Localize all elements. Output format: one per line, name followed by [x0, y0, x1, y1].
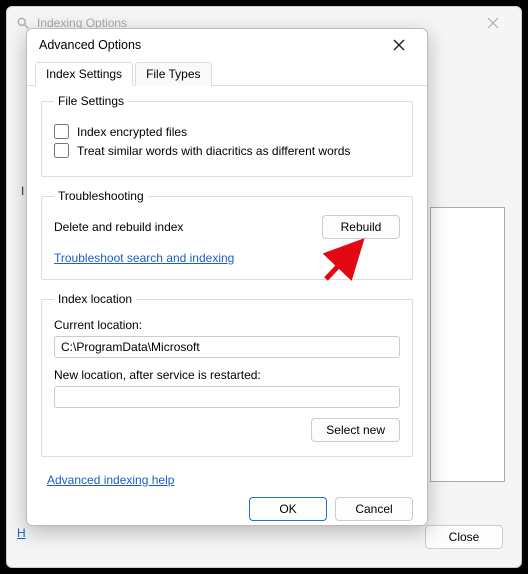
ok-button[interactable]: OK	[249, 497, 327, 521]
tab-file-types[interactable]: File Types	[135, 62, 211, 86]
inner-window-title: Advanced Options	[39, 38, 383, 52]
diacritics-row[interactable]: Treat similar words with diacritics as d…	[54, 143, 400, 158]
diacritics-checkbox[interactable]	[54, 143, 69, 158]
outer-close-button[interactable]	[473, 9, 513, 37]
cancel-button[interactable]: Cancel	[335, 497, 413, 521]
rebuild-label: Delete and rebuild index	[54, 220, 183, 234]
index-encrypted-row[interactable]: Index encrypted files	[54, 124, 400, 139]
inner-titlebar: Advanced Options	[27, 29, 427, 61]
file-settings-legend: File Settings	[54, 94, 128, 108]
index-encrypted-label: Index encrypted files	[77, 125, 187, 139]
troubleshooting-group: Troubleshooting Delete and rebuild index…	[41, 189, 413, 280]
troubleshooting-legend: Troubleshooting	[54, 189, 148, 203]
outer-close-action-button[interactable]: Close	[425, 525, 503, 549]
rebuild-button[interactable]: Rebuild	[322, 215, 400, 239]
outer-panel-list	[430, 207, 505, 482]
new-location-label: New location, after service is restarted…	[54, 368, 400, 382]
index-encrypted-checkbox[interactable]	[54, 124, 69, 139]
advanced-indexing-help-link[interactable]: Advanced indexing help	[47, 473, 174, 487]
select-new-button[interactable]: Select new	[311, 418, 400, 442]
file-settings-group: File Settings Index encrypted files Trea…	[41, 94, 413, 177]
close-icon[interactable]	[383, 29, 415, 61]
current-location-input[interactable]	[54, 336, 400, 358]
outer-partial-link[interactable]: H	[17, 526, 26, 540]
tab-index-settings[interactable]: Index Settings	[35, 62, 133, 86]
index-location-group: Index location Current location: New loc…	[41, 292, 413, 457]
outer-label-i: I	[21, 184, 24, 198]
current-location-label: Current location:	[54, 318, 400, 332]
advanced-options-dialog: Advanced Options Index Settings File Typ…	[26, 28, 428, 526]
tab-bar: Index Settings File Types	[27, 61, 427, 86]
index-location-legend: Index location	[54, 292, 136, 306]
new-location-input[interactable]	[54, 386, 400, 408]
diacritics-label: Treat similar words with diacritics as d…	[77, 144, 350, 158]
troubleshoot-link[interactable]: Troubleshoot search and indexing	[54, 251, 234, 265]
